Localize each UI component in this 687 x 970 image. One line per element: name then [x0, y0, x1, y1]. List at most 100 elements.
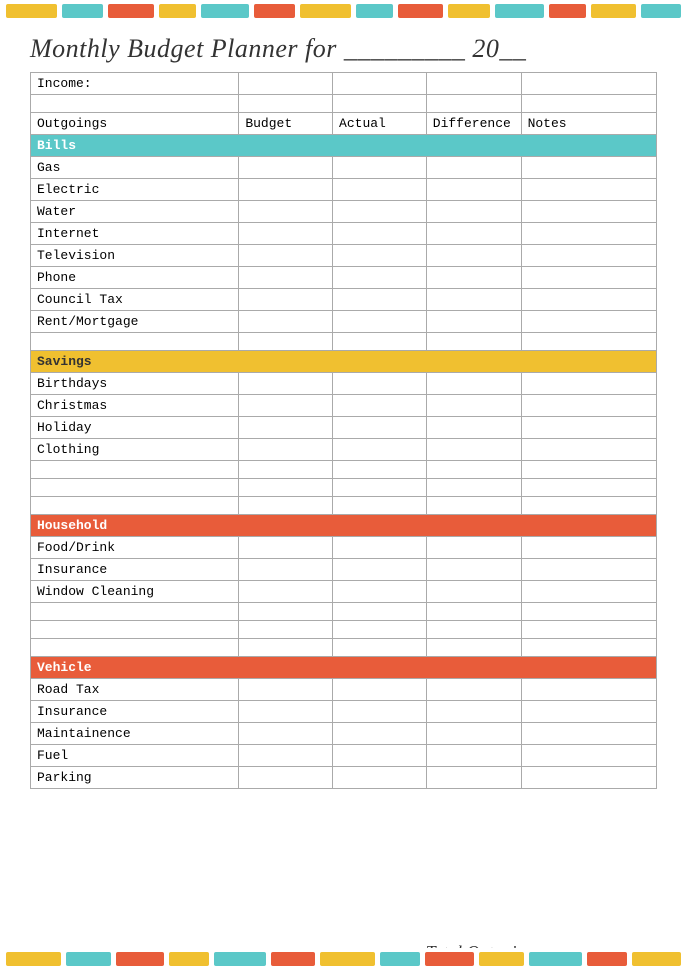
savings-label: Savings	[31, 351, 657, 373]
top-block-4	[159, 4, 196, 18]
item-holiday: Holiday	[31, 417, 239, 439]
item-maintainence: Maintainence	[31, 723, 239, 745]
item-birthdays: Birthdays	[31, 373, 239, 395]
list-item: Rent/Mortgage	[31, 311, 657, 333]
item-fuel: Fuel	[31, 745, 239, 767]
top-block-11	[495, 4, 544, 18]
bot-block-12	[587, 952, 627, 966]
list-item: Insurance	[31, 559, 657, 581]
item-road-tax: Road Tax	[31, 679, 239, 701]
page-wrapper: Monthly Budget Planner for _________ 20_…	[0, 0, 687, 970]
spacer-row-4	[31, 479, 657, 497]
bot-block-2	[66, 952, 110, 966]
content-area: Income: Outgoings Budget Actual Differen…	[0, 72, 687, 936]
household-section-header: Household	[31, 515, 657, 537]
bot-block-10	[479, 952, 523, 966]
list-item: Television	[31, 245, 657, 267]
bot-block-13	[632, 952, 681, 966]
title-text: Monthly Budget Planner for _________ 20_…	[30, 34, 526, 63]
list-item: Gas	[31, 157, 657, 179]
list-item: Window Cleaning	[31, 581, 657, 603]
spacer-row-2	[31, 333, 657, 351]
spacer-row-8	[31, 639, 657, 657]
item-food-drink: Food/Drink	[31, 537, 239, 559]
page-title: Monthly Budget Planner for _________ 20_…	[0, 22, 687, 72]
top-block-6	[254, 4, 295, 18]
top-block-7	[300, 4, 351, 18]
bot-block-9	[425, 952, 474, 966]
list-item: Holiday	[31, 417, 657, 439]
item-parking: Parking	[31, 767, 239, 789]
list-item: Water	[31, 201, 657, 223]
item-television: Television	[31, 245, 239, 267]
list-item: Christmas	[31, 395, 657, 417]
bot-block-4	[169, 952, 209, 966]
col-actual: Actual	[333, 113, 427, 135]
income-label: Income:	[31, 73, 239, 95]
list-item: Birthdays	[31, 373, 657, 395]
list-item: Electric	[31, 179, 657, 201]
spacer-row-1	[31, 95, 657, 113]
top-block-9	[398, 4, 443, 18]
income-row: Income:	[31, 73, 657, 95]
list-item: Maintainence	[31, 723, 657, 745]
top-block-10	[448, 4, 489, 18]
income-notes	[521, 73, 656, 95]
item-clothing: Clothing	[31, 439, 239, 461]
top-block-5	[201, 4, 249, 18]
item-window-cleaning: Window Cleaning	[31, 581, 239, 603]
bot-block-3	[116, 952, 165, 966]
list-item: Parking	[31, 767, 657, 789]
bot-block-11	[529, 952, 582, 966]
income-diff	[426, 73, 521, 95]
spacer-row-6	[31, 603, 657, 621]
income-budget	[239, 73, 333, 95]
column-header-row: Outgoings Budget Actual Difference Notes	[31, 113, 657, 135]
top-block-3	[108, 4, 153, 18]
vehicle-label: Vehicle	[31, 657, 657, 679]
col-difference: Difference	[426, 113, 521, 135]
item-christmas: Christmas	[31, 395, 239, 417]
item-phone: Phone	[31, 267, 239, 289]
list-item: Clothing	[31, 439, 657, 461]
top-block-12	[549, 4, 586, 18]
vehicle-section-header: Vehicle	[31, 657, 657, 679]
bottom-border	[0, 948, 687, 970]
bot-block-7	[320, 952, 375, 966]
item-internet: Internet	[31, 223, 239, 245]
item-electric: Electric	[31, 179, 239, 201]
list-item: Council Tax	[31, 289, 657, 311]
list-item: Fuel	[31, 745, 657, 767]
list-item: Phone	[31, 267, 657, 289]
bot-block-8	[380, 952, 420, 966]
spacer-row-7	[31, 621, 657, 639]
col-budget: Budget	[239, 113, 333, 135]
top-block-13	[591, 4, 636, 18]
bot-block-1	[6, 952, 61, 966]
col-notes: Notes	[521, 113, 656, 135]
top-border	[0, 0, 687, 22]
budget-table: Income: Outgoings Budget Actual Differen…	[30, 72, 657, 789]
income-actual	[333, 73, 427, 95]
col-outgoings: Outgoings	[31, 113, 239, 135]
list-item: Food/Drink	[31, 537, 657, 559]
household-label: Household	[31, 515, 657, 537]
bot-block-6	[271, 952, 315, 966]
list-item: Internet	[31, 223, 657, 245]
top-block-14	[641, 4, 681, 18]
top-block-1	[6, 4, 57, 18]
item-council-tax: Council Tax	[31, 289, 239, 311]
bot-block-5	[214, 952, 266, 966]
list-item: Insurance	[31, 701, 657, 723]
bills-section-header: Bills	[31, 135, 657, 157]
spacer-row-5	[31, 497, 657, 515]
item-insurance: Insurance	[31, 559, 239, 581]
list-item: Road Tax	[31, 679, 657, 701]
top-block-2	[62, 4, 103, 18]
item-insurance-v: Insurance	[31, 701, 239, 723]
item-rent-mortgage: Rent/Mortgage	[31, 311, 239, 333]
item-water: Water	[31, 201, 239, 223]
top-block-8	[356, 4, 393, 18]
spacer-row-3	[31, 461, 657, 479]
bills-label: Bills	[31, 135, 657, 157]
